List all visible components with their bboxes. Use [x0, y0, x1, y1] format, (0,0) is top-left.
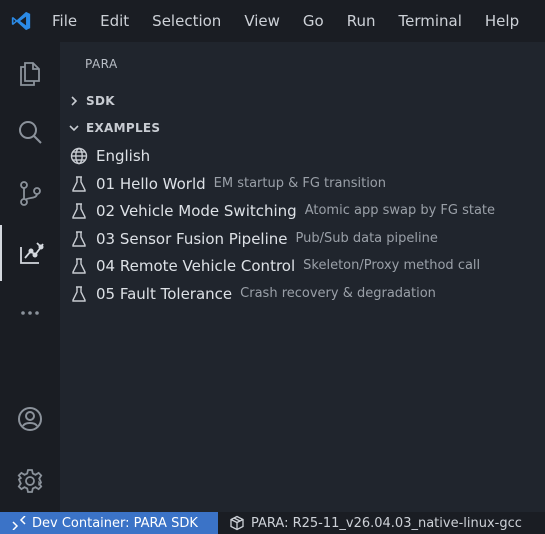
tree-item-label: 02 Vehicle Mode Switching — [96, 201, 297, 220]
menu-edit[interactable]: Edit — [89, 0, 141, 42]
chevron-right-icon — [62, 89, 86, 113]
menu-view[interactable]: View — [233, 0, 292, 42]
section-examples-label: EXAMPLES — [86, 121, 161, 135]
source-control-icon[interactable] — [0, 165, 60, 221]
menu-go[interactable]: Go — [292, 0, 336, 42]
tree-item-label: 04 Remote Vehicle Control — [96, 256, 296, 275]
section-examples[interactable]: EXAMPLES — [60, 116, 545, 140]
tree-item-label: 05 Fault Tolerance — [96, 284, 233, 303]
search-icon[interactable] — [0, 105, 60, 161]
menu-selection[interactable]: Selection — [141, 0, 233, 42]
tree-item-description: EM startup & FG transition — [213, 176, 386, 191]
menu-file[interactable]: File — [42, 0, 89, 42]
section-sdk-label: SDK — [86, 94, 115, 108]
tree-item-label: 01 Hello World — [96, 174, 206, 193]
activity-bar — [0, 42, 60, 512]
para-extension-icon[interactable] — [0, 225, 60, 281]
sdk-version-status[interactable]: PARA: R25-11_v26.04.03_native-linux-gcc — [218, 515, 522, 531]
tree-item-description: Skeleton/Proxy method call — [303, 258, 481, 273]
account-icon[interactable] — [0, 391, 60, 447]
title-bar: File Edit Selection View Go Run Terminal… — [0, 0, 545, 42]
remote-icon — [12, 516, 26, 530]
remote-label: Dev Container: PARA SDK — [32, 515, 198, 531]
sdk-version-label: PARA: R25-11_v26.04.03_native-linux-gcc — [251, 515, 522, 531]
menu-run[interactable]: Run — [336, 0, 388, 42]
beaker-icon — [69, 284, 89, 304]
tree-item-example-02[interactable]: 02 Vehicle Mode Switching Atomic app swa… — [60, 197, 545, 224]
tree-item-description: Atomic app swap by FG state — [304, 203, 496, 218]
status-bar: Dev Container: PARA SDK PARA: R25-11_v26… — [0, 512, 545, 534]
more-icon[interactable] — [0, 285, 60, 341]
beaker-icon — [69, 229, 89, 249]
menu-bar: File Edit Selection View Go Run Terminal… — [42, 0, 531, 42]
tree-item-example-01[interactable]: 01 Hello World EM startup & FG transitio… — [60, 170, 545, 197]
sidebar: PARA SDK EXAMPLES English 01 Hello World… — [60, 42, 545, 512]
tree-item-english[interactable]: English — [60, 142, 545, 169]
tree-item-description: Pub/Sub data pipeline — [295, 231, 438, 246]
section-sdk[interactable]: SDK — [60, 89, 545, 113]
tree-item-label: English — [96, 146, 151, 165]
beaker-icon — [69, 256, 89, 276]
tree-item-example-04[interactable]: 04 Remote Vehicle Control Skeleton/Proxy… — [60, 252, 545, 279]
remote-indicator-button[interactable]: Dev Container: PARA SDK — [0, 512, 218, 534]
tree-item-label: 03 Sensor Fusion Pipeline — [96, 229, 288, 248]
tree-item-example-03[interactable]: 03 Sensor Fusion Pipeline Pub/Sub data p… — [60, 225, 545, 252]
sidebar-title: PARA — [85, 57, 118, 71]
tree-item-example-05[interactable]: 05 Fault Tolerance Crash recovery & degr… — [60, 280, 545, 307]
menu-terminal[interactable]: Terminal — [388, 0, 474, 42]
beaker-icon — [69, 174, 89, 194]
explorer-icon[interactable] — [0, 45, 60, 101]
vscode-logo-icon — [0, 0, 42, 42]
globe-icon — [69, 146, 89, 166]
package-icon — [230, 515, 244, 531]
beaker-icon — [69, 201, 89, 221]
chevron-down-icon — [62, 116, 86, 140]
menu-help[interactable]: Help — [474, 0, 531, 42]
settings-gear-icon[interactable] — [0, 453, 60, 509]
tree-item-description: Crash recovery & degradation — [240, 286, 436, 301]
